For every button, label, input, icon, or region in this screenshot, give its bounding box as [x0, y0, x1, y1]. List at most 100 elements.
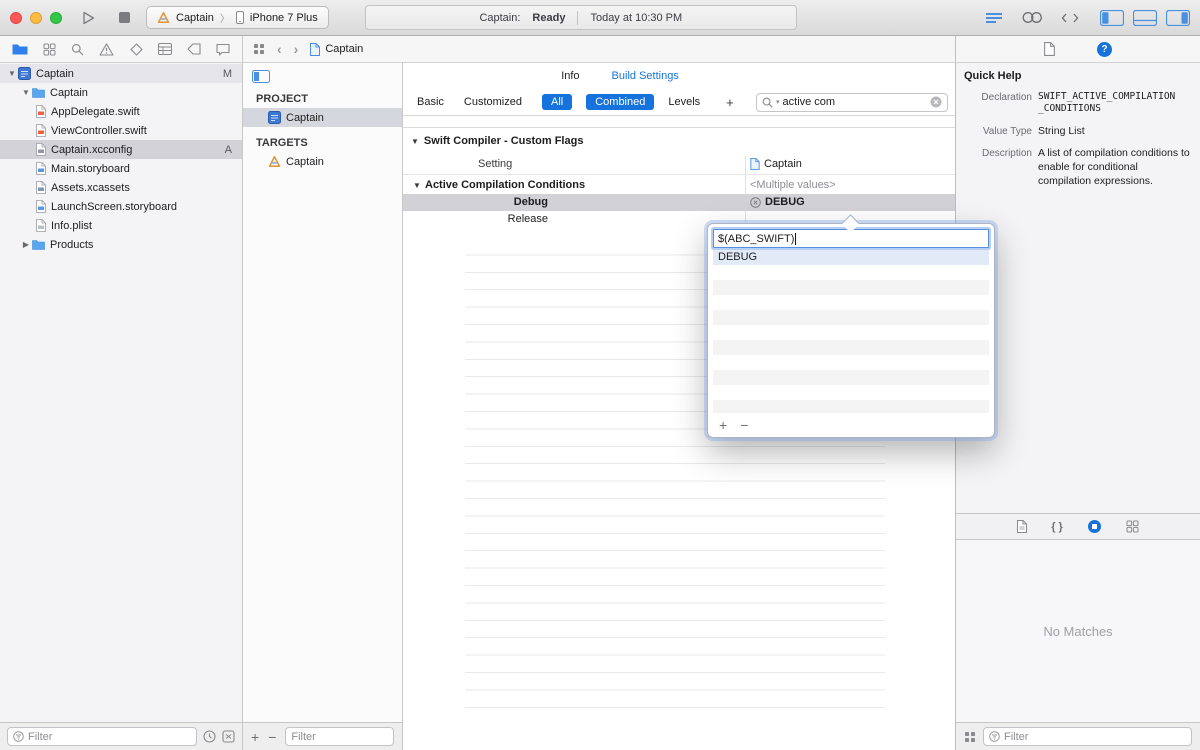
setting-name: Debug: [513, 196, 548, 208]
source-control-filter-icon[interactable]: [222, 730, 235, 743]
tab-build-settings[interactable]: Build Settings: [612, 70, 679, 82]
scope-all[interactable]: All: [541, 94, 573, 110]
disclosure-open-icon[interactable]: ▼: [20, 88, 32, 97]
value-text: $(ABC_SWIFT): [718, 232, 795, 245]
report-navigator-icon[interactable]: [216, 43, 230, 56]
scope-basic[interactable]: Basic: [417, 96, 444, 108]
navigator-row-group[interactable]: ▼ Captain: [0, 83, 242, 102]
file-template-library-icon[interactable]: [1017, 520, 1028, 533]
issue-navigator-icon[interactable]: [99, 42, 114, 56]
breadcrumb-file-name: Captain: [325, 43, 364, 55]
status-separator: [577, 10, 579, 25]
setting-row-debug[interactable]: Debug DEBUG: [403, 194, 955, 211]
circles-icon: [1022, 12, 1042, 23]
toolbar-right-controls: [982, 6, 1190, 30]
debug-navigator-icon[interactable]: [157, 43, 172, 55]
assistant-editor-button[interactable]: [1020, 6, 1044, 30]
targets-section-header: TARGETS: [256, 137, 308, 149]
disclosure-closed-icon[interactable]: ▶: [20, 240, 32, 249]
remove-target-button[interactable]: −: [268, 730, 276, 744]
file-inspector-icon[interactable]: [1044, 42, 1055, 56]
editor-tabs: Info Build Settings: [403, 63, 955, 89]
test-navigator-icon[interactable]: [129, 42, 143, 56]
toggle-inspector-button[interactable]: [1166, 6, 1190, 30]
disclosure-open-icon[interactable]: ▼: [6, 69, 18, 78]
symbol-navigator-icon[interactable]: [43, 43, 56, 56]
add-target-button[interactable]: +: [251, 730, 259, 744]
chevron-right-icon: 〉: [219, 14, 230, 25]
value-list-item[interactable]: DEBUG: [713, 250, 989, 265]
disclosure-open-icon[interactable]: ▼: [411, 137, 419, 146]
navigator-filter-input[interactable]: Filter: [7, 727, 197, 746]
navigator-row-file[interactable]: Info.plist: [0, 216, 242, 235]
scope-combined[interactable]: Combined: [586, 94, 655, 110]
toggle-projects-list-icon[interactable]: [243, 63, 402, 83]
library-filter-bar: Filter: [956, 722, 1200, 750]
scope-levels[interactable]: Levels: [668, 96, 700, 108]
targets-filter-input[interactable]: Filter: [285, 727, 394, 746]
related-items-icon[interactable]: [253, 43, 265, 55]
zoom-window-button[interactable]: [50, 11, 62, 24]
standard-editor-button[interactable]: [982, 6, 1006, 30]
forward-button[interactable]: ›: [294, 42, 299, 56]
token-icon: [750, 197, 761, 208]
build-settings-search-input[interactable]: ▾ active com: [756, 92, 948, 112]
navigator-row-file-selected[interactable]: Captain.xcconfig A: [0, 140, 242, 159]
remove-value-button[interactable]: −: [740, 418, 748, 432]
disclosure-open-icon[interactable]: ▼: [413, 181, 421, 190]
run-button[interactable]: [76, 6, 100, 30]
source-control-badge: M: [222, 67, 232, 80]
breakpoint-navigator-icon[interactable]: [187, 43, 201, 55]
column-setting: Setting: [478, 158, 513, 170]
storyboard-file-icon: [36, 162, 46, 175]
object-library-icon[interactable]: [1087, 519, 1102, 534]
setting-row-group[interactable]: ▼ Active Compilation Conditions <Multipl…: [403, 177, 955, 194]
search-scope-caret-icon: ▾: [776, 99, 780, 106]
breadcrumb[interactable]: Captain: [310, 42, 364, 56]
add-value-button[interactable]: +: [719, 418, 727, 432]
right-panel-icon: [1166, 9, 1190, 26]
file-label: Assets.xcassets: [51, 181, 130, 194]
file-label: Captain: [36, 67, 74, 80]
tab-info[interactable]: Info: [561, 70, 579, 82]
search-navigator-icon[interactable]: [71, 43, 84, 56]
description-value: A list of compilation conditions to enab…: [1038, 147, 1190, 187]
navigator-row-file[interactable]: Main.storyboard: [0, 159, 242, 178]
media-library-icon[interactable]: [1126, 520, 1139, 533]
navigator-row-file[interactable]: ViewController.swift: [0, 121, 242, 140]
file-tree: ▼ Captain M ▼ Captain AppDelegate.swift: [0, 63, 242, 722]
toggle-debug-area-button[interactable]: [1133, 6, 1157, 30]
library-grid-icon[interactable]: [964, 731, 976, 743]
library-empty-state: No Matches: [956, 540, 1200, 722]
toggle-navigator-button[interactable]: [1100, 6, 1124, 30]
target-list-item[interactable]: Captain: [243, 152, 402, 171]
navigator-row-file[interactable]: Assets.xcassets: [0, 178, 242, 197]
close-window-button[interactable]: [10, 11, 22, 24]
scheme-name: Captain: [176, 11, 214, 24]
settings-section-header[interactable]: ▼ Swift Compiler - Custom Flags: [411, 135, 583, 147]
add-build-setting-button[interactable]: +: [726, 95, 734, 110]
back-button[interactable]: ‹: [277, 42, 282, 56]
xcconfig-file-icon: [36, 143, 46, 156]
navigator-row-file[interactable]: LaunchScreen.storyboard: [0, 197, 242, 216]
navigator-row-project[interactable]: ▼ Captain M: [0, 64, 242, 83]
project-list-item[interactable]: Captain: [243, 108, 402, 127]
quick-help-inspector-icon[interactable]: ?: [1097, 41, 1112, 57]
navigator-row-file[interactable]: AppDelegate.swift: [0, 102, 242, 121]
column-target-label: Captain: [764, 158, 802, 170]
setting-value[interactable]: DEBUG: [750, 194, 805, 211]
popover-body: $(ABC_SWIFT) DEBUG + −: [707, 223, 995, 438]
minimize-window-button[interactable]: [30, 11, 42, 24]
version-editor-button[interactable]: [1058, 6, 1082, 30]
code-snippet-library-icon[interactable]: { }: [1051, 521, 1063, 533]
stop-button[interactable]: [112, 6, 136, 30]
library-filter-input[interactable]: Filter: [983, 727, 1192, 746]
clear-search-icon[interactable]: [930, 96, 942, 108]
scheme-selector[interactable]: Captain 〉 iPhone 7 Plus: [146, 6, 329, 29]
project-navigator-icon[interactable]: [12, 43, 28, 56]
navigator-row-group[interactable]: ▶ Products: [0, 235, 242, 254]
device-icon: [235, 11, 244, 24]
recent-files-icon[interactable]: [203, 730, 216, 743]
setting-value[interactable]: <Multiple values>: [750, 177, 836, 194]
scope-customized[interactable]: Customized: [464, 96, 522, 108]
